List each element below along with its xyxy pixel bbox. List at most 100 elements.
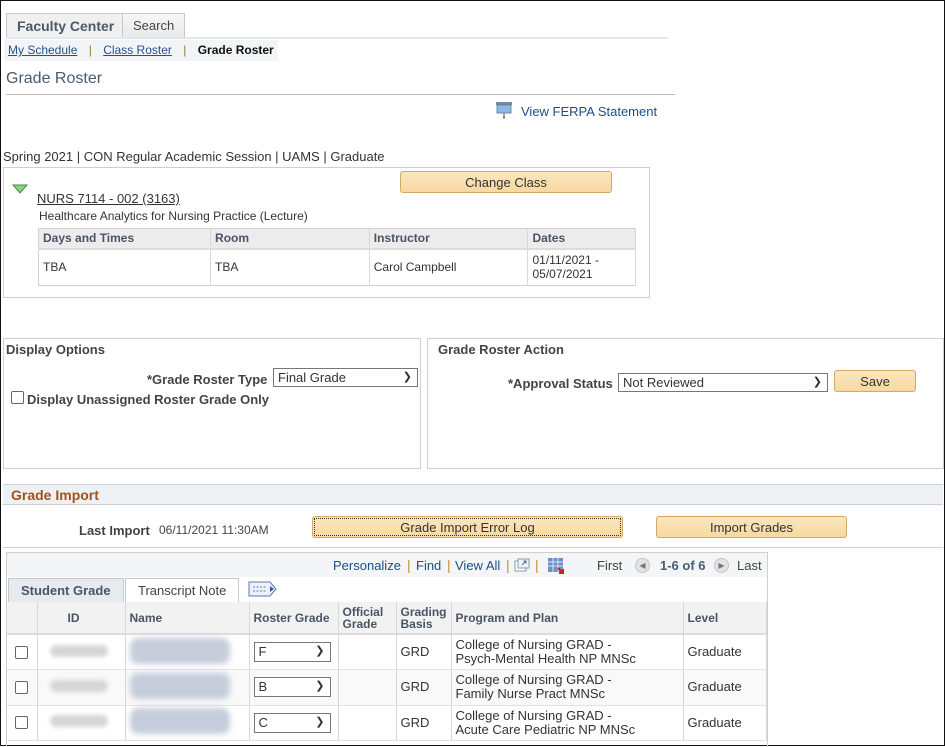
new-window-icon[interactable] [514, 558, 530, 575]
grade-import-error-log-button[interactable]: Grade Import Error Log [312, 516, 623, 538]
cell-id [37, 705, 126, 741]
cell-grading-basis: GRD [396, 634, 452, 670]
roster-grade-select[interactable]: B ❯ [253, 677, 331, 698]
grade-roster-type-select[interactable]: Final Grade ❯ [273, 368, 418, 387]
title-divider [6, 94, 675, 95]
presentation-screen-icon [495, 101, 513, 122]
show-all-columns-icon[interactable] [248, 581, 278, 600]
chevron-down-icon: ❯ [402, 371, 412, 383]
grid-navigation-bar: Personalize | Find | View All | | First … [7, 553, 767, 577]
collapse-triangle-icon[interactable] [11, 182, 29, 197]
grade-roster-action-title: Grade Roster Action [438, 342, 564, 357]
cell-program-plan: College of Nursing GRAD - Family Nurse Pr… [451, 669, 684, 706]
last-import-label: Last Import [79, 523, 150, 538]
col-roster-grade: Roster Grade [249, 602, 339, 635]
nav-separator: | [535, 557, 539, 573]
page-range: 1-6 of 6 [660, 558, 706, 573]
program-line-2: Family Nurse Pract MNSc [455, 686, 606, 702]
redacted-name [129, 708, 230, 735]
cell-program-plan: College of Nursing GRAD - Psych-Mental He… [451, 634, 684, 670]
cell-roster-grade: B ❯ [249, 669, 339, 706]
display-options-title: Display Options [6, 342, 105, 357]
approval-status-value: Not Reviewed [623, 375, 704, 390]
row-checkbox[interactable] [15, 680, 28, 694]
change-class-button[interactable]: Change Class [400, 171, 612, 193]
cell-room: TBA [210, 248, 370, 286]
save-button[interactable]: Save [834, 370, 916, 392]
breadcrumb-separator: | [88, 43, 92, 57]
grade-import-divider [3, 547, 943, 548]
download-spreadsheet-icon[interactable] [547, 557, 565, 577]
last-link[interactable]: Last [737, 558, 762, 573]
row-select-cell [7, 634, 38, 670]
cell-name [125, 669, 250, 706]
unassigned-only-label: Display Unassigned Roster Grade Only [27, 392, 270, 407]
import-grades-button[interactable]: Import Grades [656, 516, 847, 538]
redacted-id [49, 715, 108, 728]
cell-roster-grade: C ❯ [249, 705, 339, 741]
tab-student-grade[interactable]: Student Grade [8, 578, 124, 602]
program-line-2: Psych-Mental Health NP MNSc [455, 651, 636, 666]
cell-program-plan: College of Nursing GRAD - Acute Care Pedi… [451, 705, 684, 741]
breadcrumb-my-schedule[interactable]: My Schedule [8, 43, 77, 57]
breadcrumb-separator: | [183, 43, 187, 57]
breadcrumb: My Schedule | Class Roster | Grade Roste… [4, 40, 278, 61]
grade-roster-action-box [427, 338, 944, 469]
redacted-name [129, 672, 230, 699]
cell-name [125, 634, 250, 670]
roster-grade-value: C [258, 714, 268, 730]
breadcrumb-class-roster[interactable]: Class Roster [103, 43, 172, 57]
cell-days-times: TBA [38, 248, 212, 286]
previous-arrow-icon[interactable]: ◀ [635, 558, 650, 573]
col-program-plan: Program and Plan [451, 602, 684, 635]
approval-status-select[interactable]: Not Reviewed ❯ [618, 373, 828, 392]
redacted-id [49, 644, 108, 657]
breadcrumb-my-schedule-label: My Schedule [8, 43, 78, 57]
class-description: Healthcare Analytics for Nursing Practic… [39, 209, 308, 223]
row-checkbox[interactable] [15, 716, 28, 730]
view-all-link[interactable]: View All [455, 558, 500, 573]
cell-level: Graduate [683, 634, 768, 670]
next-arrow-icon[interactable]: ▶ [714, 558, 729, 573]
chevron-down-icon: ❯ [812, 376, 822, 388]
col-days-times: Days and Times [38, 228, 212, 250]
unassigned-only-checkbox[interactable] [11, 391, 24, 404]
first-link[interactable]: First [597, 558, 622, 573]
tab-search[interactable]: Search [122, 13, 186, 38]
nav-separator: | [407, 557, 411, 573]
col-official-grade: Official Grade [338, 602, 397, 635]
ferpa-statement-link[interactable]: View FERPA Statement [495, 101, 657, 122]
breadcrumb-class-roster-label: Class Roster [103, 43, 172, 57]
col-id: ID [37, 602, 126, 635]
col-room: Room [210, 228, 370, 250]
nav-separator: | [506, 557, 510, 573]
grade-import-title: Grade Import [11, 487, 99, 503]
col-dates: Dates [527, 228, 636, 250]
tab-transcript-note[interactable]: Transcript Note [125, 578, 240, 602]
student-grade-table: ID Name Roster Grade Official Grade Grad… [7, 602, 768, 741]
find-link[interactable]: Find [416, 558, 441, 573]
grade-roster-type-label: *Grade Roster Type [147, 372, 268, 387]
chevron-down-icon: ❯ [315, 680, 325, 693]
program-line-1: College of Nursing GRAD - [455, 707, 612, 723]
row-checkbox[interactable] [15, 645, 28, 659]
table-row: TBA TBA Carol Campbell 01/11/2021 - 05/0… [38, 248, 636, 286]
roster-grade-select[interactable]: C ❯ [253, 712, 331, 733]
grade-import-header: Grade Import [3, 484, 943, 505]
ferpa-link-label[interactable]: View FERPA Statement [521, 104, 657, 119]
chevron-down-icon: ❯ [315, 645, 325, 657]
tab-faculty-center[interactable]: Faculty Center [6, 13, 126, 39]
chevron-down-icon: ❯ [315, 715, 325, 728]
roster-grade-select[interactable]: F ❯ [253, 642, 331, 662]
cell-level: Graduate [683, 669, 768, 706]
cell-official-grade [338, 669, 397, 706]
cell-name [125, 705, 250, 741]
personalize-link[interactable]: Personalize [333, 558, 401, 573]
col-instructor: Instructor [369, 228, 529, 250]
class-section-link[interactable]: NURS 7114 - 002 (3163) [37, 191, 180, 206]
redacted-name [129, 637, 230, 664]
col-select [7, 602, 38, 635]
meeting-table: Days and Times Room Instructor Dates TBA… [38, 228, 636, 286]
redacted-id [49, 679, 108, 692]
col-name: Name [125, 602, 250, 635]
